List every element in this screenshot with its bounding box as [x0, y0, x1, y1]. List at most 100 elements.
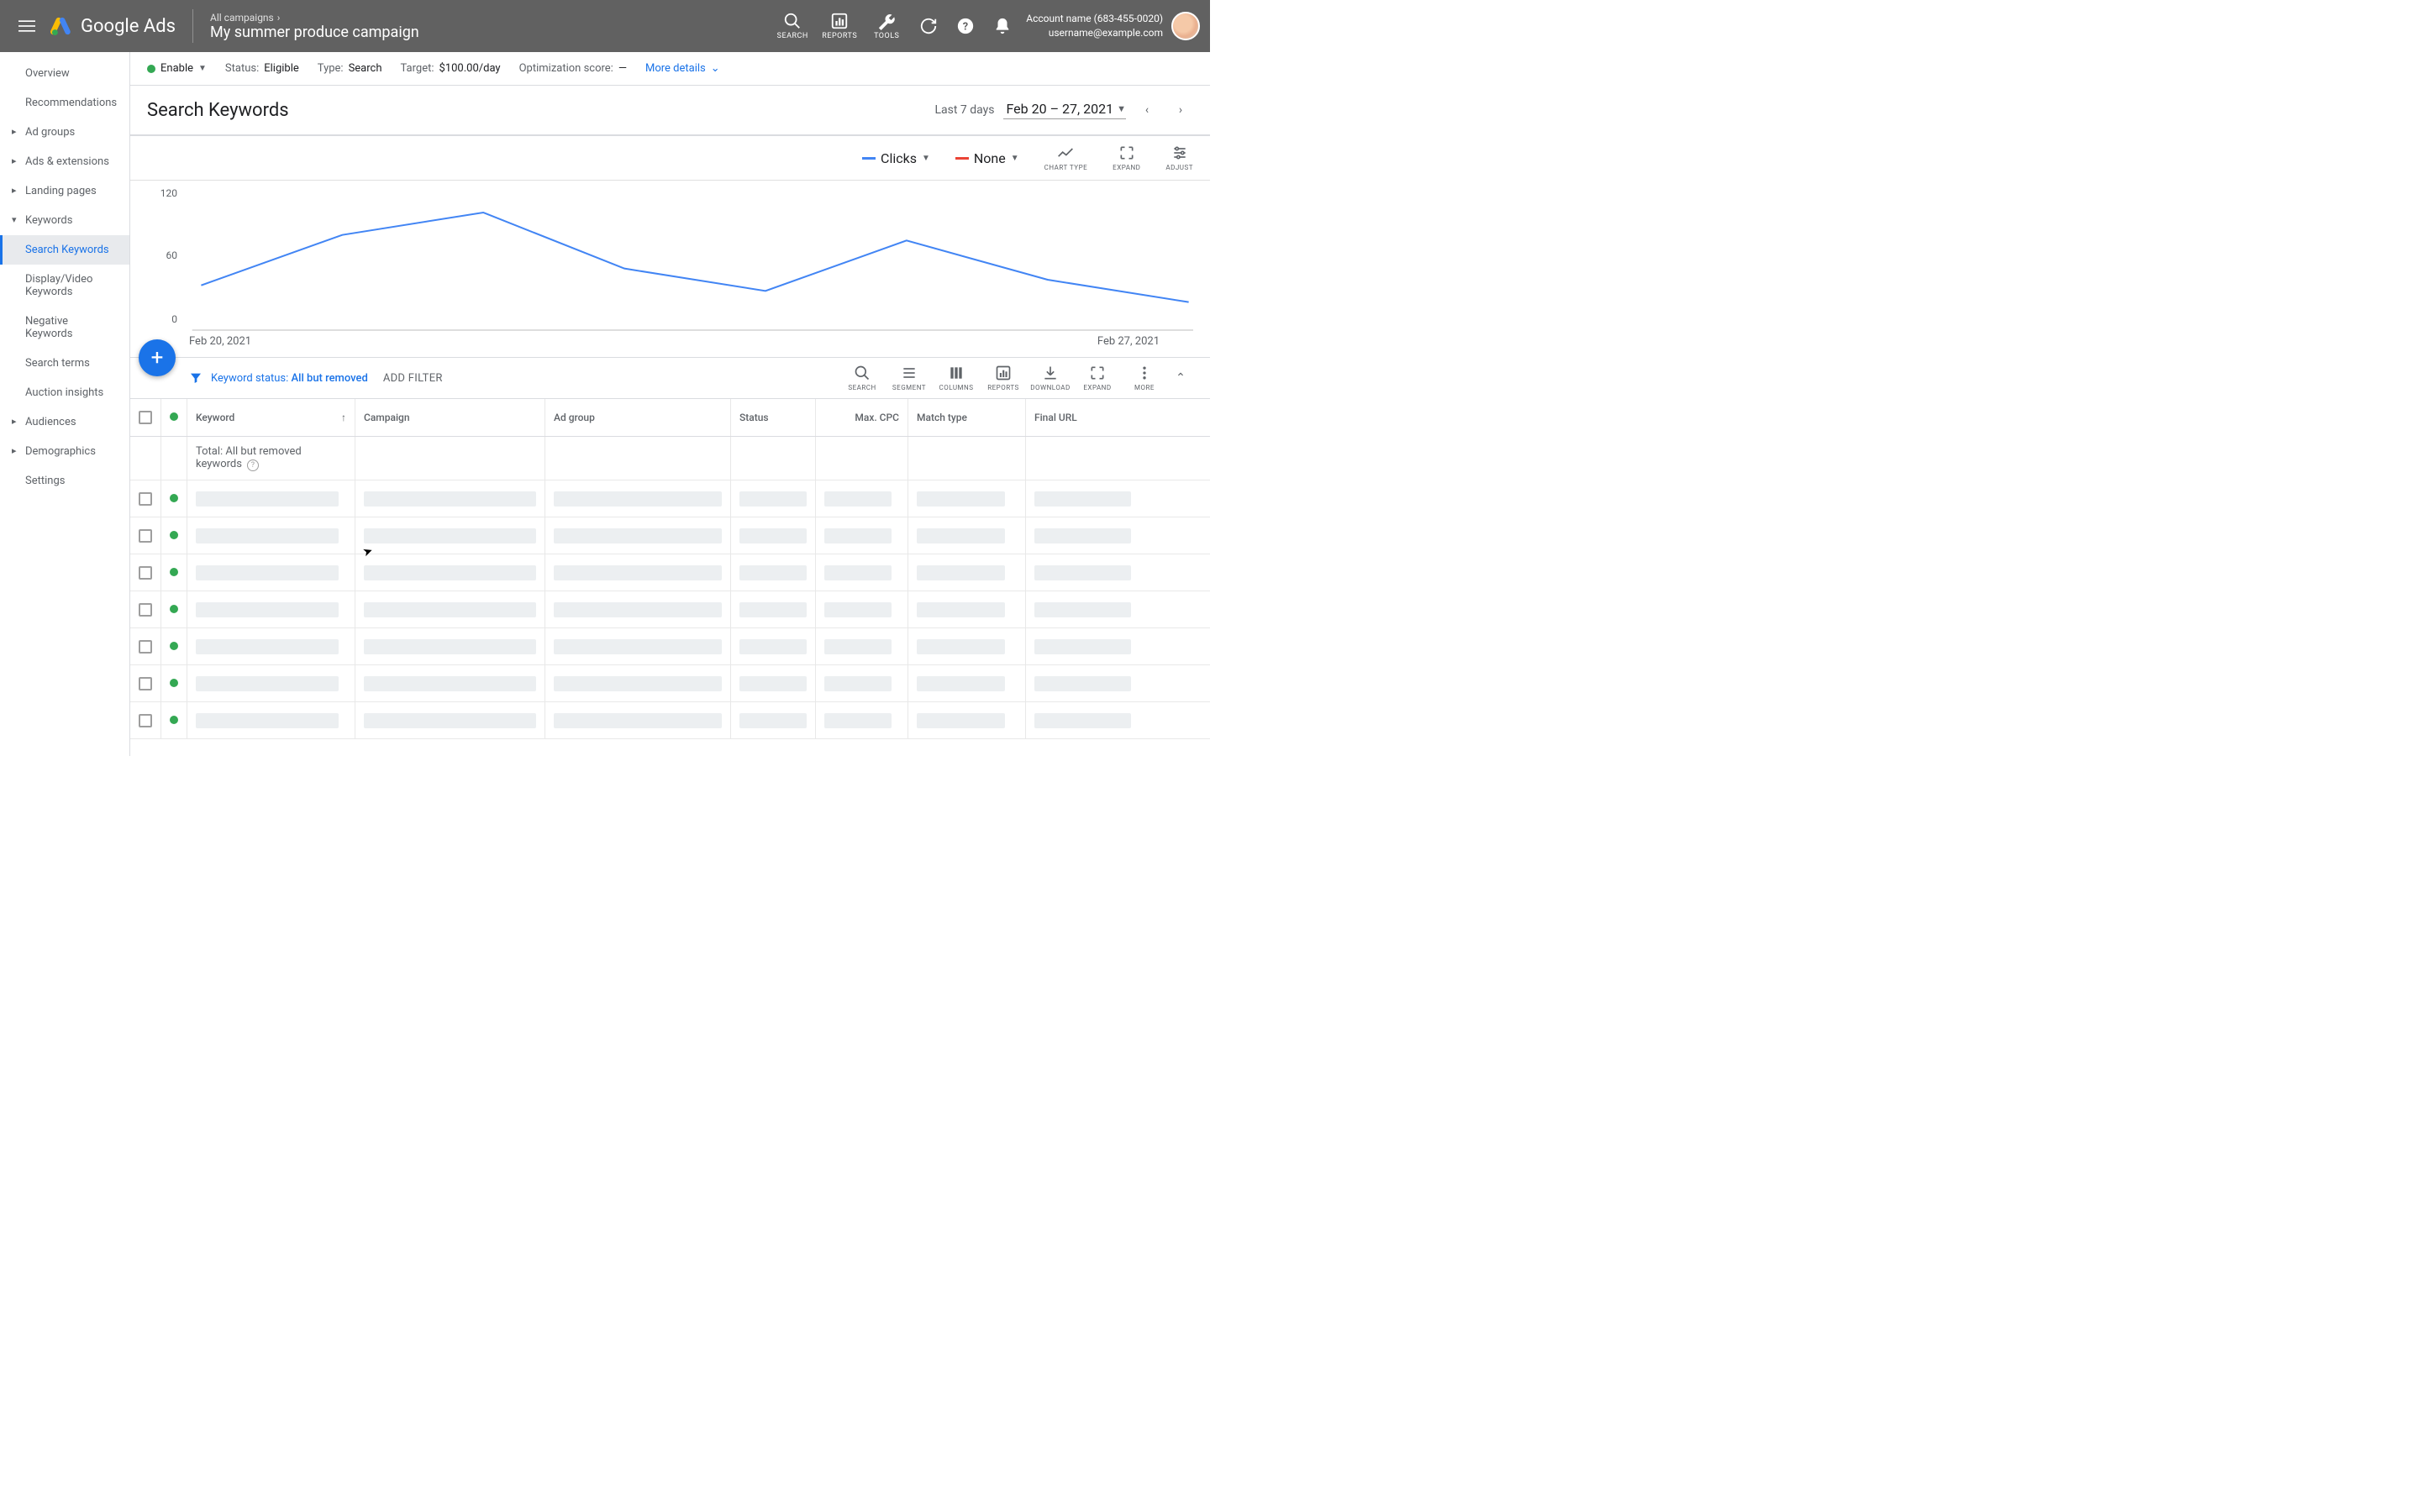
- status-optimization: Optimization score: —: [519, 62, 627, 75]
- chart-expand-button[interactable]: EXPAND: [1113, 144, 1140, 171]
- status-dot-icon: [170, 642, 178, 650]
- hamburger-menu[interactable]: [10, 9, 44, 43]
- status-dot-icon: [147, 65, 155, 73]
- download-icon: [1042, 365, 1059, 381]
- search-icon: [783, 12, 802, 30]
- topbar-reports[interactable]: REPORTS: [816, 12, 863, 40]
- add-keyword-fab[interactable]: +: [139, 339, 176, 376]
- select-all-checkbox[interactable]: [139, 411, 152, 424]
- nav-audiences[interactable]: Audiences: [0, 407, 129, 437]
- status-target: Target: $100.00/day: [401, 62, 501, 75]
- nav-landing-pages[interactable]: Landing pages: [0, 176, 129, 206]
- nav-recommendations[interactable]: Recommendations: [0, 88, 129, 118]
- col-campaign[interactable]: Campaign: [355, 399, 545, 437]
- help-icon[interactable]: ?: [247, 459, 259, 471]
- chart-type-button[interactable]: CHART TYPE: [1044, 144, 1088, 171]
- col-finalurl[interactable]: Final URL: [1026, 399, 1211, 437]
- metric-select-2[interactable]: None ▼: [955, 150, 1019, 166]
- breadcrumb-current[interactable]: My summer produce campaign: [210, 24, 419, 41]
- avatar[interactable]: [1171, 12, 1200, 40]
- table-search[interactable]: SEARCH: [839, 365, 886, 391]
- col-adgroup[interactable]: Ad group: [545, 399, 731, 437]
- metric-color-swatch: [955, 157, 969, 160]
- keywords-table: Keyword↑ Campaign Ad group Status Max. C…: [130, 399, 1210, 739]
- search-icon: [854, 365, 871, 381]
- col-maxcpc[interactable]: Max. CPC: [816, 399, 908, 437]
- row-checkbox[interactable]: [139, 714, 152, 727]
- caret-down-icon: ▼: [922, 154, 930, 163]
- help-icon: ?: [956, 17, 975, 35]
- more-details-link[interactable]: More details ⌄: [645, 62, 720, 75]
- nav-negative-keywords[interactable]: Negative Keywords: [0, 307, 129, 349]
- date-range-picker[interactable]: Feb 20 – 27, 2021 ▼: [1003, 101, 1127, 119]
- chevron-down-icon: ⌄: [711, 62, 720, 75]
- breadcrumb-parent[interactable]: All campaigns ›: [210, 12, 419, 24]
- bell-icon: [993, 17, 1012, 35]
- table-row[interactable]: [130, 665, 1210, 702]
- svg-text:?: ?: [963, 21, 968, 34]
- table-more[interactable]: MORE: [1121, 365, 1168, 391]
- nav-settings[interactable]: Settings: [0, 466, 129, 496]
- total-row: Total: All but removed keywords?: [130, 437, 1210, 480]
- topbar-search[interactable]: SEARCH: [769, 12, 816, 40]
- nav-ads-extensions[interactable]: Ads & extensions: [0, 147, 129, 176]
- chevron-right-icon: ›: [277, 12, 281, 24]
- account-info[interactable]: Account name (683-455-0020) username@exa…: [1026, 12, 1163, 40]
- table-download[interactable]: DOWNLOAD: [1027, 365, 1074, 391]
- help-button[interactable]: ?: [947, 17, 984, 35]
- adjust-icon: [1171, 144, 1188, 161]
- metric-select-1[interactable]: Clicks ▼: [862, 150, 930, 166]
- x-end-label: Feb 27, 2021: [1097, 335, 1160, 348]
- product-logo[interactable]: Google Ads: [50, 9, 193, 43]
- status-dot-icon: [170, 605, 178, 613]
- table-row[interactable]: [130, 591, 1210, 628]
- table-reports[interactable]: REPORTS: [980, 365, 1027, 391]
- nav-display-video-keywords[interactable]: Display/Video Keywords: [0, 265, 129, 307]
- notifications-button[interactable]: [984, 17, 1021, 35]
- row-checkbox[interactable]: [139, 529, 152, 543]
- row-checkbox[interactable]: [139, 677, 152, 690]
- nav-ad-groups[interactable]: Ad groups: [0, 118, 129, 147]
- date-prev[interactable]: ‹: [1134, 97, 1160, 123]
- date-next[interactable]: ›: [1168, 97, 1193, 123]
- row-checkbox[interactable]: [139, 566, 152, 580]
- date-preset: Last 7 days: [934, 103, 994, 117]
- nav-overview[interactable]: Overview: [0, 59, 129, 88]
- collapse-toggle[interactable]: ⌃: [1168, 371, 1193, 385]
- status-dot-icon: [170, 568, 178, 576]
- caret-down-icon: ▼: [1117, 103, 1126, 114]
- status-type: Type: Search: [318, 62, 382, 75]
- y-tick-label: 0: [154, 313, 177, 325]
- table-columns[interactable]: COLUMNS: [933, 365, 980, 391]
- refresh-icon: [919, 17, 938, 35]
- nav-search-keywords[interactable]: Search Keywords: [0, 235, 129, 265]
- table-row[interactable]: [130, 554, 1210, 591]
- row-checkbox[interactable]: [139, 640, 152, 654]
- segment-icon: [901, 365, 918, 381]
- add-filter-button[interactable]: ADD FILTER: [383, 372, 443, 385]
- nav-auction-insights[interactable]: Auction insights: [0, 378, 129, 407]
- status-enable[interactable]: Enable ▼: [147, 62, 207, 75]
- col-matchtype[interactable]: Match type: [908, 399, 1026, 437]
- table-row[interactable]: [130, 480, 1210, 517]
- topbar-tools[interactable]: TOOLS: [863, 12, 910, 40]
- refresh-button[interactable]: [910, 17, 947, 35]
- table-expand[interactable]: EXPAND: [1074, 365, 1121, 391]
- row-checkbox[interactable]: [139, 603, 152, 617]
- table-row[interactable]: [130, 702, 1210, 739]
- table-segment[interactable]: SEGMENT: [886, 365, 933, 391]
- google-ads-icon: [50, 15, 72, 37]
- row-checkbox[interactable]: [139, 492, 152, 506]
- nav-search-terms[interactable]: Search terms: [0, 349, 129, 378]
- col-status[interactable]: Status: [731, 399, 816, 437]
- table-row[interactable]: [130, 517, 1210, 554]
- col-keyword[interactable]: Keyword↑: [187, 399, 355, 437]
- sidebar: Overview Recommendations Ad groups Ads &…: [0, 52, 130, 756]
- filter-chip[interactable]: Keyword status: All but removed: [211, 372, 368, 385]
- nav-demographics[interactable]: Demographics: [0, 437, 129, 466]
- product-name: Google Ads: [81, 16, 176, 37]
- chart-adjust-button[interactable]: ADJUST: [1165, 144, 1193, 171]
- columns-icon: [948, 365, 965, 381]
- table-row[interactable]: [130, 628, 1210, 665]
- nav-keywords[interactable]: Keywords: [0, 206, 129, 235]
